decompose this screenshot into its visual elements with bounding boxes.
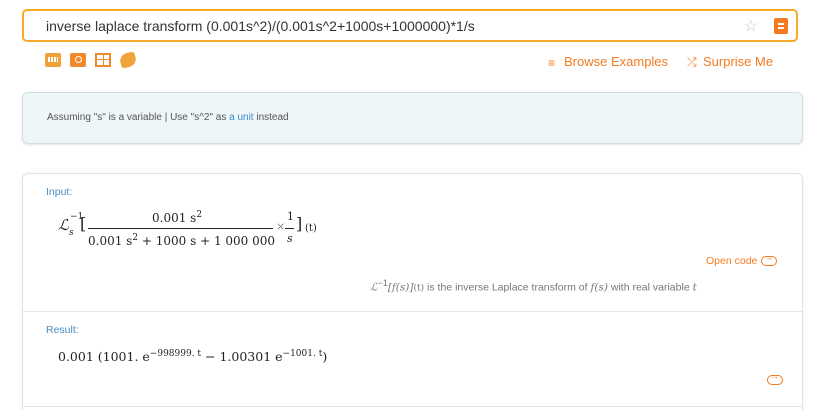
laplace-arg: (t) bbox=[305, 223, 317, 234]
frac2-num: 1 bbox=[287, 210, 294, 223]
denominator: 0.001 s2 + 1000 s + 1 000 000 bbox=[88, 233, 276, 248]
open-code-label: Open code bbox=[706, 255, 758, 267]
laplace-symbol: ℒ bbox=[58, 216, 69, 234]
assumption-box: Assuming "s" is a variable | Use "s^2" a… bbox=[22, 92, 803, 144]
browse-examples-link[interactable]: ≡ Browse Examples bbox=[548, 54, 668, 70]
times-sign: × bbox=[276, 220, 286, 233]
results-card: Input: ℒ −1 s [ 0.001 s2 0.001 s2 + 1000… bbox=[22, 173, 803, 410]
star-icon[interactable]: ☆ bbox=[744, 16, 758, 36]
input-note: ℒ−1[f(s)](t) is the inverse Laplace tran… bbox=[370, 278, 697, 294]
keyboard-icon[interactable] bbox=[45, 53, 61, 67]
table-icon[interactable] bbox=[95, 53, 111, 67]
surprise-me-label: Surprise Me bbox=[703, 54, 774, 69]
browse-examples-label: Browse Examples bbox=[564, 54, 669, 69]
open-code-link[interactable]: Open code bbox=[706, 252, 778, 267]
laplace-sub: s bbox=[69, 228, 74, 238]
frac2-den: s bbox=[287, 232, 293, 245]
result-cloud-icon[interactable] bbox=[767, 371, 783, 385]
assumption-prefix: Assuming "s" is a variable | Use "s^2" a… bbox=[47, 112, 230, 123]
pod-divider bbox=[23, 311, 802, 312]
result-pod-title: Result: bbox=[46, 324, 79, 336]
fraction-line bbox=[88, 228, 273, 229]
surprise-me-link[interactable]: ⤮ Surprise Me bbox=[687, 54, 773, 70]
camera-icon[interactable] bbox=[70, 53, 86, 67]
close-bracket: ] bbox=[296, 214, 303, 233]
unit-link[interactable]: a unit bbox=[229, 112, 253, 123]
search-bar[interactable]: inverse laplace transform (0.001s^2)/(0.… bbox=[22, 9, 798, 42]
submit-icon[interactable] bbox=[774, 18, 788, 34]
fraction-line-2 bbox=[285, 228, 294, 229]
assumption-suffix: instead bbox=[253, 112, 289, 123]
result-expression: 0.001 (1001. e−998999. t − 1.00301 e−100… bbox=[58, 349, 328, 365]
assumption-text: Assuming "s" is a variable | Use "s^2" a… bbox=[47, 112, 289, 123]
open-bracket: [ bbox=[80, 214, 87, 233]
pod-divider-bottom bbox=[23, 406, 802, 407]
input-toolbar bbox=[45, 51, 138, 69]
hand-icon[interactable] bbox=[118, 51, 138, 69]
cloud-icon bbox=[761, 252, 778, 267]
menu-icon: ≡ bbox=[548, 55, 556, 70]
numerator: 0.001 s2 bbox=[152, 210, 203, 225]
search-input[interactable]: inverse laplace transform (0.001s^2)/(0.… bbox=[46, 18, 475, 34]
shuffle-icon: ⤮ bbox=[687, 55, 697, 70]
input-pod-title: Input: bbox=[46, 186, 73, 198]
